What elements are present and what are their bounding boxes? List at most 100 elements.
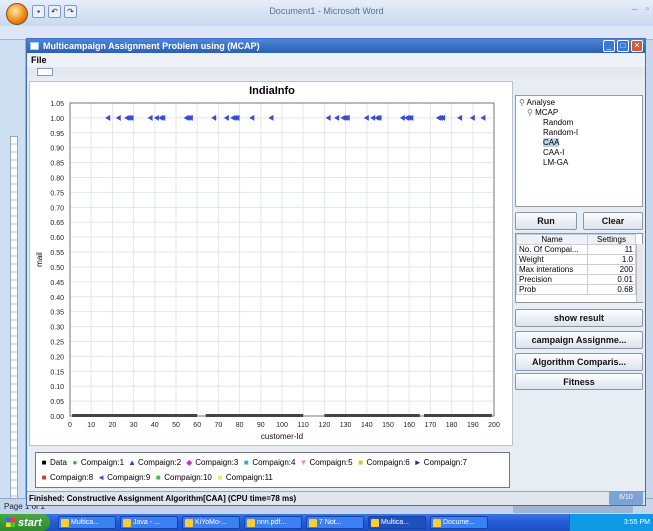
setting-name: Weight [516, 254, 588, 265]
legend-entry: ▲ Compaign:2 [128, 455, 181, 470]
tree-item-random-i[interactable]: Random-I [519, 128, 639, 138]
setting-value[interactable]: 0.01 [587, 274, 636, 285]
table-row[interactable]: Precision 0.01 [516, 274, 636, 285]
chart-panel: IndiaInfo 0.00 0.05 0.10 0.15 0.20 0.25 0.30 0.… [29, 81, 513, 446]
algorithm-comparison-button[interactable]: Algorithm Comparis... [515, 353, 643, 371]
word-window-controls: – ▫ [632, 4, 649, 15]
data-point-compaign-9 [268, 114, 274, 121]
tree-node-label: MCAP [535, 108, 559, 117]
legend-marker-icon: ◄ [97, 473, 106, 482]
clock[interactable]: 3:55 PM [624, 519, 650, 526]
y-tick-label: 0.85 [50, 161, 64, 168]
run-button[interactable]: Run [515, 212, 577, 230]
java-icon [371, 518, 379, 527]
taskbar-items: Multica... Java - ... KiYoMo-... nnn.pdf… [58, 516, 488, 529]
legend-entry: ■ Compaign:4 [242, 455, 296, 470]
setting-value[interactable]: 200 [587, 264, 636, 275]
taskbar-item[interactable]: KiYoMo-... [182, 516, 240, 529]
y-tick-label: 0.90 [50, 146, 64, 153]
table-row[interactable]: Prob 0.68 [516, 284, 636, 295]
legend-label: Compaign:3 [195, 458, 239, 467]
settings-table: Name Settings No. Of Compai... 11 Weight 1… [515, 233, 643, 303]
minimize-icon[interactable]: _ [603, 40, 615, 52]
minimize-icon[interactable]: – [632, 4, 638, 15]
legend-entry: ■ Compaign:10 [154, 470, 212, 485]
start-label: start [18, 516, 42, 529]
word-titlebar: ▪ ↶ ↷ Document1 - Microsoft Word – ▫ [0, 0, 653, 26]
tree-item-caa-i[interactable]: CAA-I [519, 148, 639, 158]
taskbar-item[interactable]: Multica... [58, 516, 116, 529]
y-tick-label: 0.95 [50, 131, 64, 138]
y-tick-label: 0.25 [50, 339, 64, 346]
y-tick-label: 0.45 [50, 280, 64, 287]
taskbar-item-label: KiYoMo-... [195, 519, 228, 526]
data-point-compaign-9 [147, 114, 153, 121]
tree-item-lm-ga[interactable]: LM-GA [519, 158, 639, 168]
taskbar-item[interactable]: Java - ... [120, 516, 178, 529]
tree-item-random[interactable]: Random [519, 118, 639, 128]
app-icon [123, 518, 131, 527]
legend-entry: ▼ Compaign:5 [299, 455, 353, 470]
x-tick-label: 140 [361, 422, 373, 429]
campaign-assignment-button[interactable]: campaign Assignme... [515, 331, 643, 349]
settings-scrollbar[interactable] [636, 244, 643, 302]
start-button[interactable]: start [0, 514, 50, 531]
menu-file[interactable]: File [31, 55, 47, 65]
maximize-icon[interactable]: ▫ [645, 4, 649, 15]
settings-header-row: Name Settings [516, 234, 636, 245]
fitness-button[interactable]: Fitness [515, 373, 643, 390]
y-tick-label: 0.70 [50, 205, 64, 212]
legend-marker-icon: ▲ [128, 458, 136, 467]
window-controls: _ □ ✕ [603, 40, 643, 52]
system-tray: 3:55 PM [569, 514, 653, 531]
x-tick-label: 40 [151, 422, 159, 429]
tree-node-label: CAA [543, 138, 560, 147]
windows-flag-icon [6, 518, 15, 527]
legend-label: Compaign:10 [164, 473, 212, 482]
legend-entry: ◆ Compaign:3 [185, 455, 238, 470]
x-tick-label: 70 [215, 422, 223, 429]
setting-name: Precision [516, 274, 588, 285]
data-point-compaign-9 [480, 114, 486, 121]
table-row[interactable]: Max interations 200 [516, 264, 636, 275]
setting-value[interactable]: 0.68 [587, 284, 636, 295]
toolbar [27, 67, 645, 77]
x-tick-label: 200 [488, 422, 500, 429]
y-tick-label: 0.30 [50, 325, 64, 332]
taskbar-item[interactable]: nnn.pdf... [244, 516, 302, 529]
baseline-point-band [324, 414, 420, 417]
tree-node-mcap[interactable]: ⚲ MCAP [519, 108, 639, 118]
setting-value[interactable]: 11 [587, 244, 636, 255]
x-tick-label: 130 [340, 422, 352, 429]
legend-label: Compaign:4 [252, 458, 296, 467]
y-tick-label: 0.55 [50, 250, 64, 257]
setting-value[interactable]: 1.0 [587, 254, 636, 265]
legend-entry: ● Compaign:1 [71, 455, 124, 470]
y-tick-label: 0.15 [50, 369, 64, 376]
tree-node-analyse[interactable]: ⚲ Analyse [519, 98, 639, 108]
clear-button[interactable]: Clear [583, 212, 643, 230]
maximize-icon[interactable]: □ [617, 40, 629, 52]
toolbar-button[interactable] [37, 68, 53, 76]
scatter-chart: 0.00 0.05 0.10 0.15 0.20 0.25 0.30 0.35 0.40 0.45… [35, 101, 500, 441]
close-icon[interactable]: ✕ [631, 40, 643, 52]
data-point-compaign-9 [223, 114, 229, 121]
legend-marker-icon: ■ [243, 458, 249, 467]
legend-marker-icon: ■ [41, 458, 47, 467]
algorithm-tree: ⚲ Analyse ⚲ MCAP Random Random-I CAA CAA… [515, 95, 643, 207]
table-row[interactable]: No. Of Compai... 11 [516, 244, 636, 255]
taskbar-item[interactable]: 7 Not... [306, 516, 364, 529]
pdf-icon [247, 518, 255, 527]
x-axis-label: customer-Id [261, 432, 303, 441]
taskbar-item-active[interactable]: Multica... [368, 516, 426, 529]
legend-label: Compaign:8 [50, 473, 94, 482]
table-row[interactable]: Weight 1.0 [516, 254, 636, 265]
legend-entry: ■ Compaign:11 [216, 470, 272, 485]
x-tick-label: 170 [425, 422, 437, 429]
y-tick-label: 1.05 [50, 101, 64, 108]
legend-entry: ◄ Compaign:9 [97, 470, 150, 485]
tree-item-caa[interactable]: CAA [519, 138, 639, 148]
legend-entry: ■ Compaign:6 [357, 455, 410, 470]
show-result-button[interactable]: show result [515, 309, 643, 327]
taskbar-item[interactable]: Docume... [430, 516, 488, 529]
